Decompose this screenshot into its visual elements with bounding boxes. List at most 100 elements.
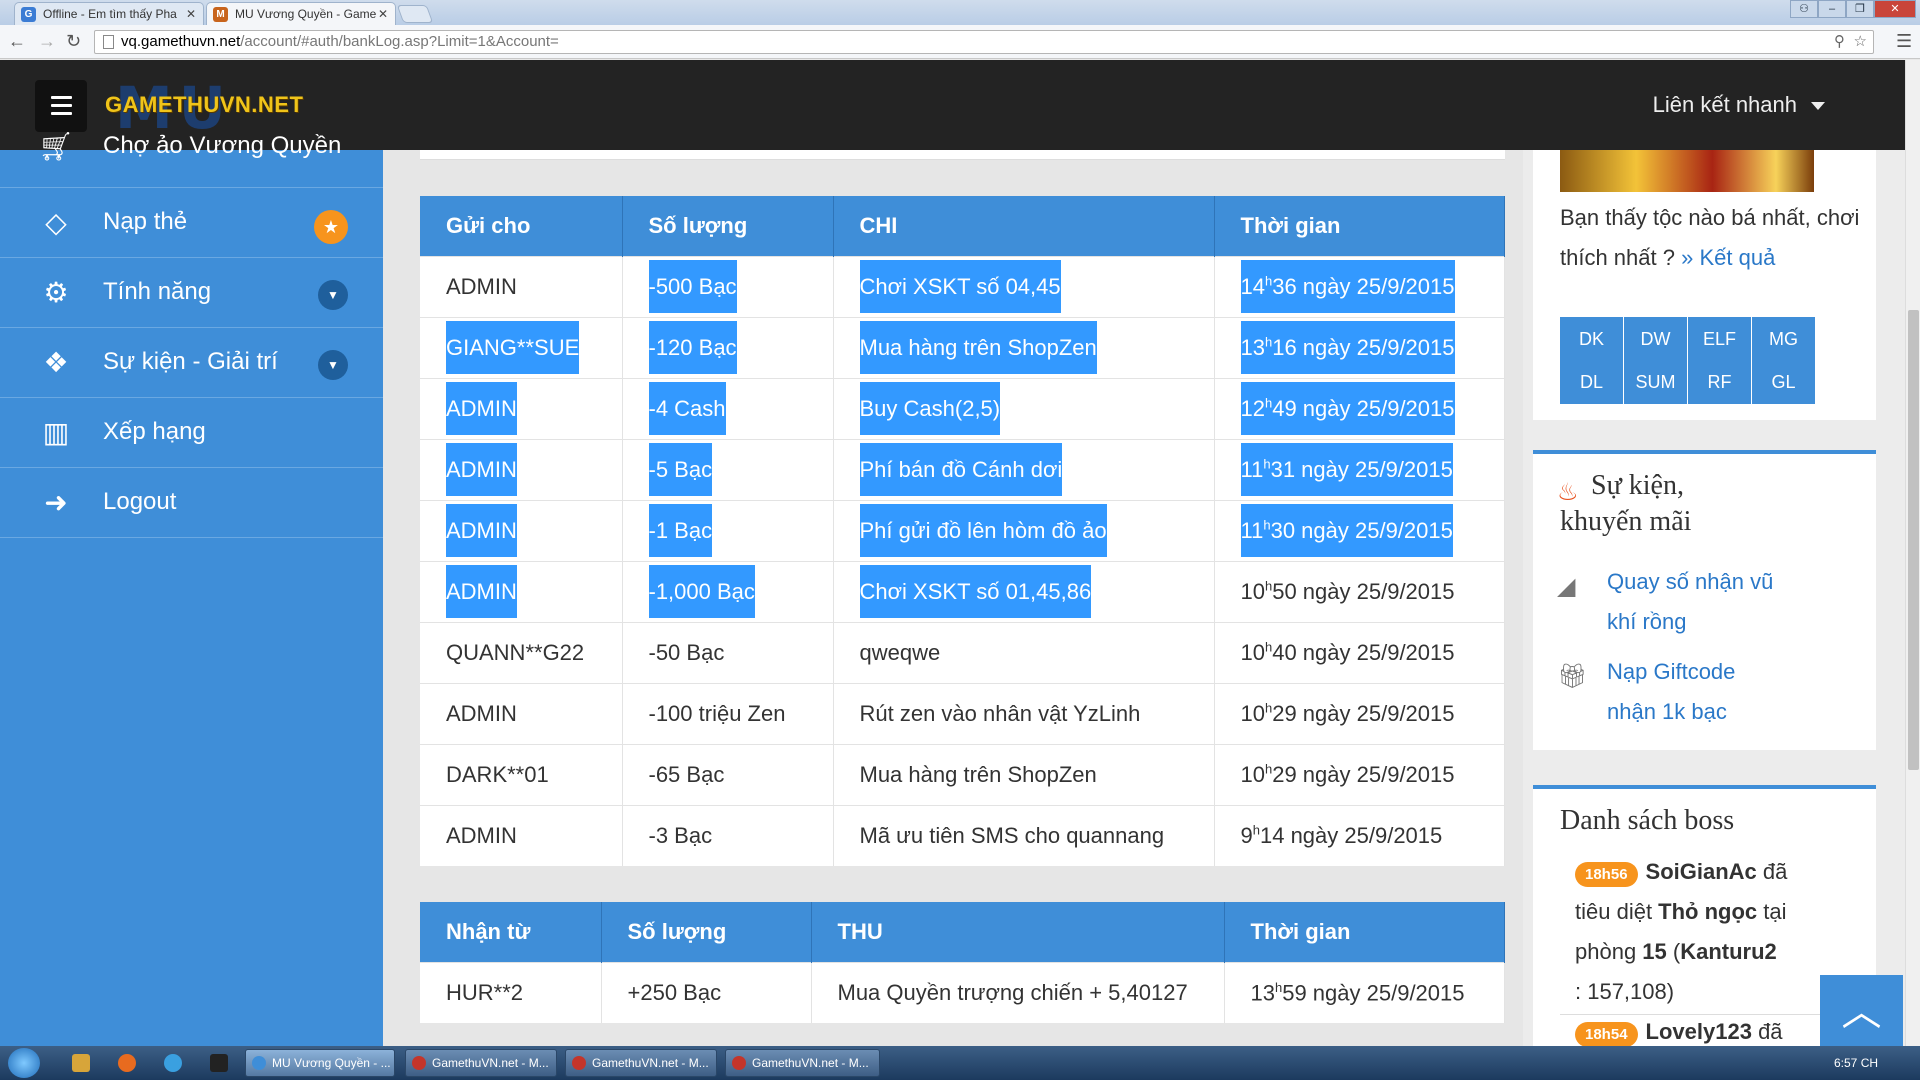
sidebar-item-market[interactable]: 🛒︎ Chợ ảo Vương Quyền [0,130,383,188]
page-scrollbar[interactable] [1905,60,1920,1046]
tab-title: Offline - Em tìm thấy Pha [43,7,177,21]
diamond-icon: ◇ [45,207,67,238]
time-cell: 9h14 ngày 25/9/2015 [1214,804,1505,866]
boss-text: phòng [1575,939,1643,964]
start-button[interactable] [8,1048,40,1078]
desc-cell: Mua Quyền trượng chiến + 5,40127 [811,961,1225,1023]
time-cell: 11h31 ngày 25/9/2015 [1214,438,1505,500]
taskbar-task[interactable]: GamethuVN.net - M... [725,1049,880,1077]
boss-time-badge: 18h54 [1575,1022,1638,1046]
browser-tab-offline[interactable]: G Offline - Em tìm thấy Pha ✕ [14,2,204,25]
chevron-down-icon[interactable]: ▼ [318,280,348,310]
amount-cell: -65 Bạc [622,743,834,805]
taskbar-task[interactable]: GamethuVN.net - M... [565,1049,717,1077]
restore-button[interactable]: ❐ [1846,0,1874,18]
browser-tab-mu[interactable]: M MU Vương Quyền - Game ✕ [206,2,396,25]
ie-icon[interactable] [164,1054,182,1072]
sidebar-item-features[interactable]: ⚙ Tính năng ▼ [0,258,383,328]
top-card [420,150,1505,160]
sidebar-item-events[interactable]: ❖ Sự kiện - Giải trí ▼ [0,328,383,398]
network-icon[interactable] [72,1054,90,1072]
bookmark-star-icon[interactable]: ☆ [1854,31,1867,53]
recipient-cell: DARK**01 [420,743,623,805]
sidebar-item-logout[interactable]: ➜ Logout [0,468,383,538]
taskbar-task[interactable]: GamethuVN.net - M... [405,1049,557,1077]
sidebar-item-label: Nạp thẻ [103,208,188,235]
close-tab-icon[interactable]: ✕ [186,3,196,25]
poll-option-button[interactable]: GL [1752,360,1815,404]
scrollbar-thumb[interactable] [1908,310,1919,770]
scroll-to-top-button[interactable]: ︿ [1820,975,1903,1046]
poll-option-button[interactable]: DW [1624,317,1687,361]
recipient-cell: ADMIN [420,255,623,317]
chevron-down-icon[interactable]: ▼ [318,350,348,380]
boss-room: 15 [1642,939,1667,964]
boss-killer[interactable]: SoiGianAc [1646,859,1757,884]
back-arrow-icon[interactable]: ← [8,31,26,51]
cell-text: ADMIN [446,273,517,299]
sidebar-item-topup[interactable]: ◇ Nạp thẻ ★ [0,188,383,258]
poll-option-button[interactable]: MG [1752,317,1815,361]
firefox-icon[interactable] [118,1054,136,1072]
poll-result-link[interactable]: Kết quả [1699,245,1775,270]
web-page: MU GAMETHUVN.NET Liên kết nhanh 🛒︎ Chợ ả… [0,60,1905,1046]
poll-option-button[interactable]: DL [1560,360,1623,404]
events-card: ♨ Sự kiện, khuyến mãi ◢ Quay số nhận vũ … [1533,450,1876,750]
event-link-text: khí rồng [1607,609,1687,634]
minimize-button[interactable]: – [1818,0,1846,18]
column-header: CHI [833,196,1215,256]
boss-killer[interactable]: Lovely123 [1646,1019,1752,1044]
browser-menu-icon[interactable]: ☰ [1896,31,1912,51]
system-clock[interactable]: 6:57 CH [1834,1056,1878,1070]
hour: 11 [1240,517,1264,543]
column-header: THU [811,902,1225,962]
hour-suffix: h [1263,456,1271,472]
description-cell: Chơi XSKT số 01,45,86 [833,560,1215,622]
cell-text: ADMIN [446,442,517,496]
column-header: Gửi cho [420,196,623,256]
column-header: Nhận từ [420,902,602,962]
cell-text: 10h50 ngày 25/9/2015 [1241,578,1455,603]
double-chevron-right-icon: » [1681,245,1694,270]
close-window-button[interactable]: ✕ [1874,0,1916,18]
new-tab-button[interactable] [396,5,434,23]
event-link-giftcode[interactable]: Nạp Giftcode nhận 1k bạc [1607,652,1735,732]
windows-taskbar: MU Vương Quyền - ... GamethuVN.net - M..… [0,1046,1920,1080]
time-cell: 10h50 ngày 25/9/2015 [1214,560,1505,622]
event-link-lucky-draw[interactable]: Quay số nhận vũ khí rồng [1607,562,1773,642]
url-input[interactable]: vq.gamethuvn.net/account/#auth/bankLog.a… [94,30,1874,54]
cell-text: -100 triệu Zen [648,700,786,726]
cell-text: -1,000 Bạc [648,564,755,618]
quick-links-dropdown[interactable]: Liên kết nhanh [1653,92,1825,118]
table-row: ADMIN -1,000 Bạc Chơi XSKT số 01,45,86 10h5… [420,560,1505,622]
close-tab-icon[interactable]: ✕ [378,3,388,25]
zoom-icon[interactable]: ⚲ [1834,31,1845,53]
taskbar-task[interactable]: MU Vương Quyền - ... [245,1049,395,1077]
description-cell: Rút zen vào nhân vật YzLinh [833,682,1215,744]
minute-date: 14 ngày 25/9/2015 [1259,822,1443,848]
poll-option-button[interactable]: SUM [1624,360,1687,404]
table-row: GIANG**SUE -120 Bạc Mua hàng trên ShopZen 1… [420,316,1505,378]
divider [1560,1014,1850,1015]
hamburger-menu-button[interactable] [35,80,87,132]
cell-text: Rút zen vào nhân vật YzLinh [859,700,1141,726]
poll-option-button[interactable]: ELF [1688,317,1751,361]
poll-option-button[interactable]: DK [1560,317,1623,361]
sidebar-item-label: Logout [103,488,177,515]
cell-text: Mua hàng trên ShopZen [859,761,1097,787]
amount-cell: -50 Bạc [622,621,834,683]
boss-text: đã [1751,1019,1783,1044]
poll-option-button[interactable]: RF [1688,360,1751,404]
reload-icon[interactable]: ↻ [66,31,81,51]
boss-text: ( [1666,939,1681,964]
user-icon[interactable]: ⚇ [1790,0,1818,18]
sidebar-item-label: Tính năng [103,278,212,305]
site-logo[interactable]: MU GAMETHUVN.NET [105,74,315,142]
app-icon[interactable] [210,1054,228,1072]
forward-arrow-icon[interactable]: → [38,31,56,51]
sidebar-item-label: Xếp hạng [103,418,206,445]
qty-cell: +250 Bạc [601,961,812,1023]
table-row: ADMIN -100 triệu Zen Rút zen vào nhân vật … [420,682,1505,744]
recipient-cell: ADMIN [420,560,623,622]
sidebar-item-ranking[interactable]: ▥ Xếp hạng [0,398,383,468]
